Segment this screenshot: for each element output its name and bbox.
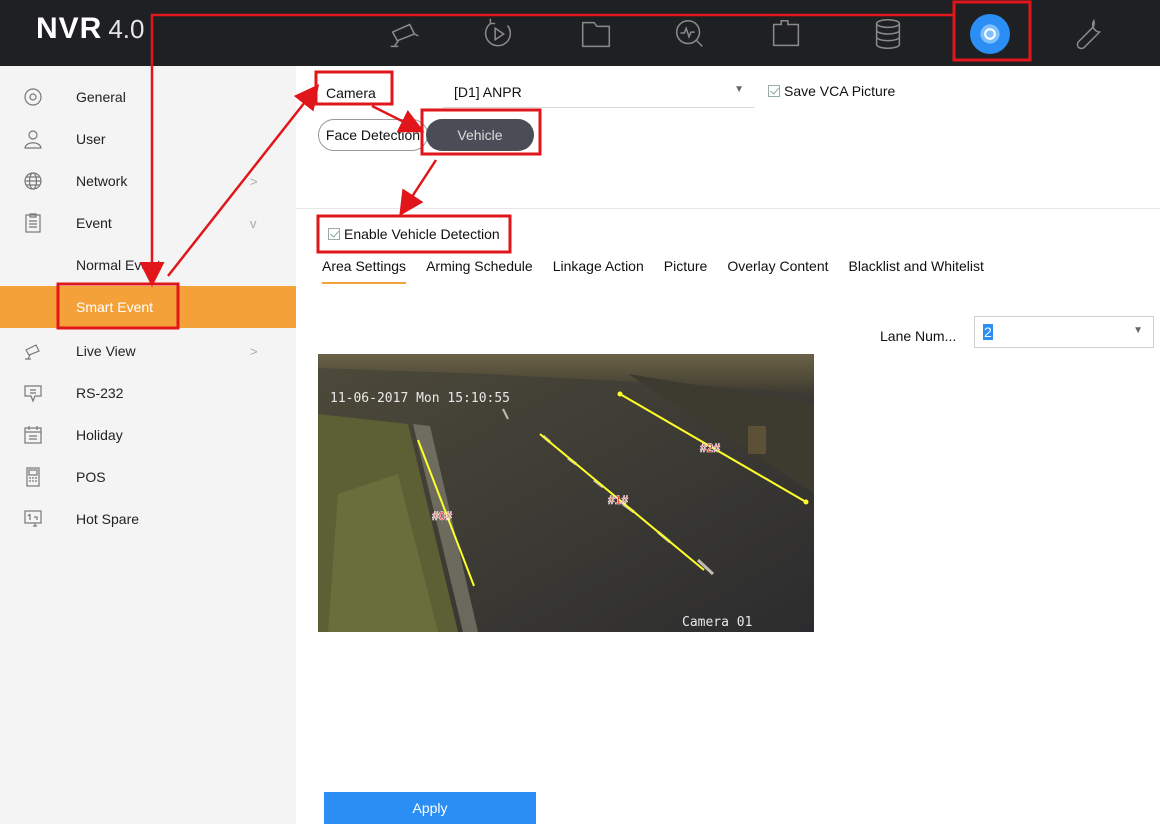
enable-vehicle-detection-label: Enable Vehicle Detection (344, 226, 500, 242)
storage-icon[interactable] (866, 12, 910, 56)
sidebar-item-user[interactable]: User (0, 118, 296, 160)
lane-label-0: #0# (432, 509, 452, 523)
save-vca-picture-checkbox[interactable]: Save VCA Picture (768, 83, 895, 99)
sidebar-item-label: Holiday (76, 427, 123, 443)
sidebar-item-label: General (76, 89, 126, 105)
sidebar-item-holiday[interactable]: Holiday (0, 414, 296, 456)
video-timestamp: 11-06-2017 Mon 15:10:55 (330, 391, 510, 406)
gear-highlight (970, 14, 1010, 54)
sidebar-item-label: Live View (76, 343, 136, 359)
sidebar-item-general[interactable]: General (0, 76, 296, 118)
sidebar-item-label: Hot Spare (76, 511, 140, 527)
tab-overlay-content[interactable]: Overlay Content (727, 256, 828, 284)
chevron-right-icon: > (250, 343, 258, 359)
holiday-calendar-icon (22, 424, 44, 446)
video-camera-name: Camera 01 (682, 615, 752, 630)
vehicle-settings-tabs: Area Settings Arming Schedule Linkage Ac… (322, 256, 984, 286)
sidebar-item-event[interactable]: Event v (0, 202, 296, 244)
settings-sidebar: General User Network > Event v Normal Ev… (0, 66, 296, 824)
top-navigation-bar: NVR 4.0 (0, 0, 1160, 66)
sidebar-item-label: POS (76, 469, 106, 485)
camera-label: Camera (326, 85, 376, 101)
sidebar-item-rs232[interactable]: RS-232 (0, 372, 296, 414)
event-icon (22, 212, 44, 234)
camera-select[interactable]: [D1] ANPR ▼ (442, 76, 754, 108)
vehicle-toggle[interactable]: Vehicle (426, 119, 534, 151)
section-divider (296, 208, 1160, 209)
sidebar-item-label: Normal Event (76, 257, 161, 273)
nvr-logo: NVR 4.0 (36, 12, 145, 46)
configuration-gear-icon[interactable] (968, 12, 1012, 56)
sidebar-item-label: Network (76, 173, 128, 189)
sidebar-item-live-view[interactable]: Live View > (0, 330, 296, 372)
smart-analysis-icon[interactable] (668, 12, 712, 56)
tab-picture[interactable]: Picture (664, 256, 708, 284)
dropdown-arrow-icon: ▼ (734, 84, 744, 95)
general-icon (22, 86, 44, 108)
file-folder-icon[interactable] (574, 12, 618, 56)
logo-text: NVR (36, 12, 103, 45)
map-icon[interactable] (764, 12, 808, 56)
save-vca-picture-label: Save VCA Picture (784, 83, 896, 99)
sidebar-item-normal-event[interactable]: Normal Event (0, 244, 296, 286)
sidebar-item-hot-spare[interactable]: Hot Spare (0, 498, 296, 540)
dropdown-arrow-icon: ▼ (1133, 325, 1143, 336)
sidebar-item-label: Smart Event (76, 299, 154, 315)
lane-number-value: 2 (983, 324, 993, 340)
nvr-configuration-screen: NVR 4.0 General User Network > Event v N… (0, 0, 1160, 824)
face-detection-toggle[interactable]: Face Detection (318, 119, 428, 151)
lane-label-1: #1# (608, 493, 628, 507)
hot-spare-icon (22, 508, 44, 530)
enable-vehicle-detection-checkbox[interactable]: Enable Vehicle Detection (328, 226, 500, 242)
chevron-down-icon: v (250, 215, 257, 231)
tab-arming-schedule[interactable]: Arming Schedule (426, 256, 533, 284)
apply-button[interactable]: Apply (324, 792, 536, 824)
chevron-right-icon: > (250, 173, 258, 189)
lane-label-2: #2# (700, 441, 720, 455)
tab-linkage-action[interactable]: Linkage Action (553, 256, 644, 284)
live-view-icon (22, 340, 44, 362)
lane-number-label: Lane Num... (880, 328, 957, 344)
playback-icon[interactable] (476, 12, 520, 56)
network-globe-icon (22, 170, 44, 192)
sidebar-item-network[interactable]: Network > (0, 160, 296, 202)
camera-select-value: [D1] ANPR (454, 84, 522, 100)
live-view-camera-icon[interactable] (382, 12, 426, 56)
tab-blacklist-whitelist[interactable]: Blacklist and Whitelist (849, 256, 984, 284)
sidebar-item-pos[interactable]: POS (0, 456, 296, 498)
rs232-icon (22, 382, 44, 404)
video-frame: 11-06-2017 Mon 15:10:55 #0# #1# #2# Came… (318, 354, 814, 632)
user-icon (22, 128, 44, 150)
maintenance-wrench-icon[interactable] (1068, 12, 1112, 56)
sidebar-item-smart-event[interactable]: Smart Event (0, 286, 296, 328)
pos-icon (22, 466, 44, 488)
sidebar-item-label: User (76, 131, 106, 147)
checkbox-checked-icon (768, 85, 780, 97)
smart-event-panel: Camera [D1] ANPR ▼ Save VCA Picture Face… (296, 66, 1160, 824)
tab-area-settings[interactable]: Area Settings (322, 256, 407, 284)
sidebar-item-label: RS-232 (76, 385, 124, 401)
camera-video-preview[interactable]: 11-06-2017 Mon 15:10:55 #0# #1# #2# Came… (318, 354, 814, 632)
checkbox-checked-icon (328, 228, 340, 240)
lane-number-select[interactable]: 2 ▼ (974, 316, 1154, 348)
sidebar-item-label: Event (76, 215, 112, 231)
logo-version: 4.0 (108, 14, 145, 44)
